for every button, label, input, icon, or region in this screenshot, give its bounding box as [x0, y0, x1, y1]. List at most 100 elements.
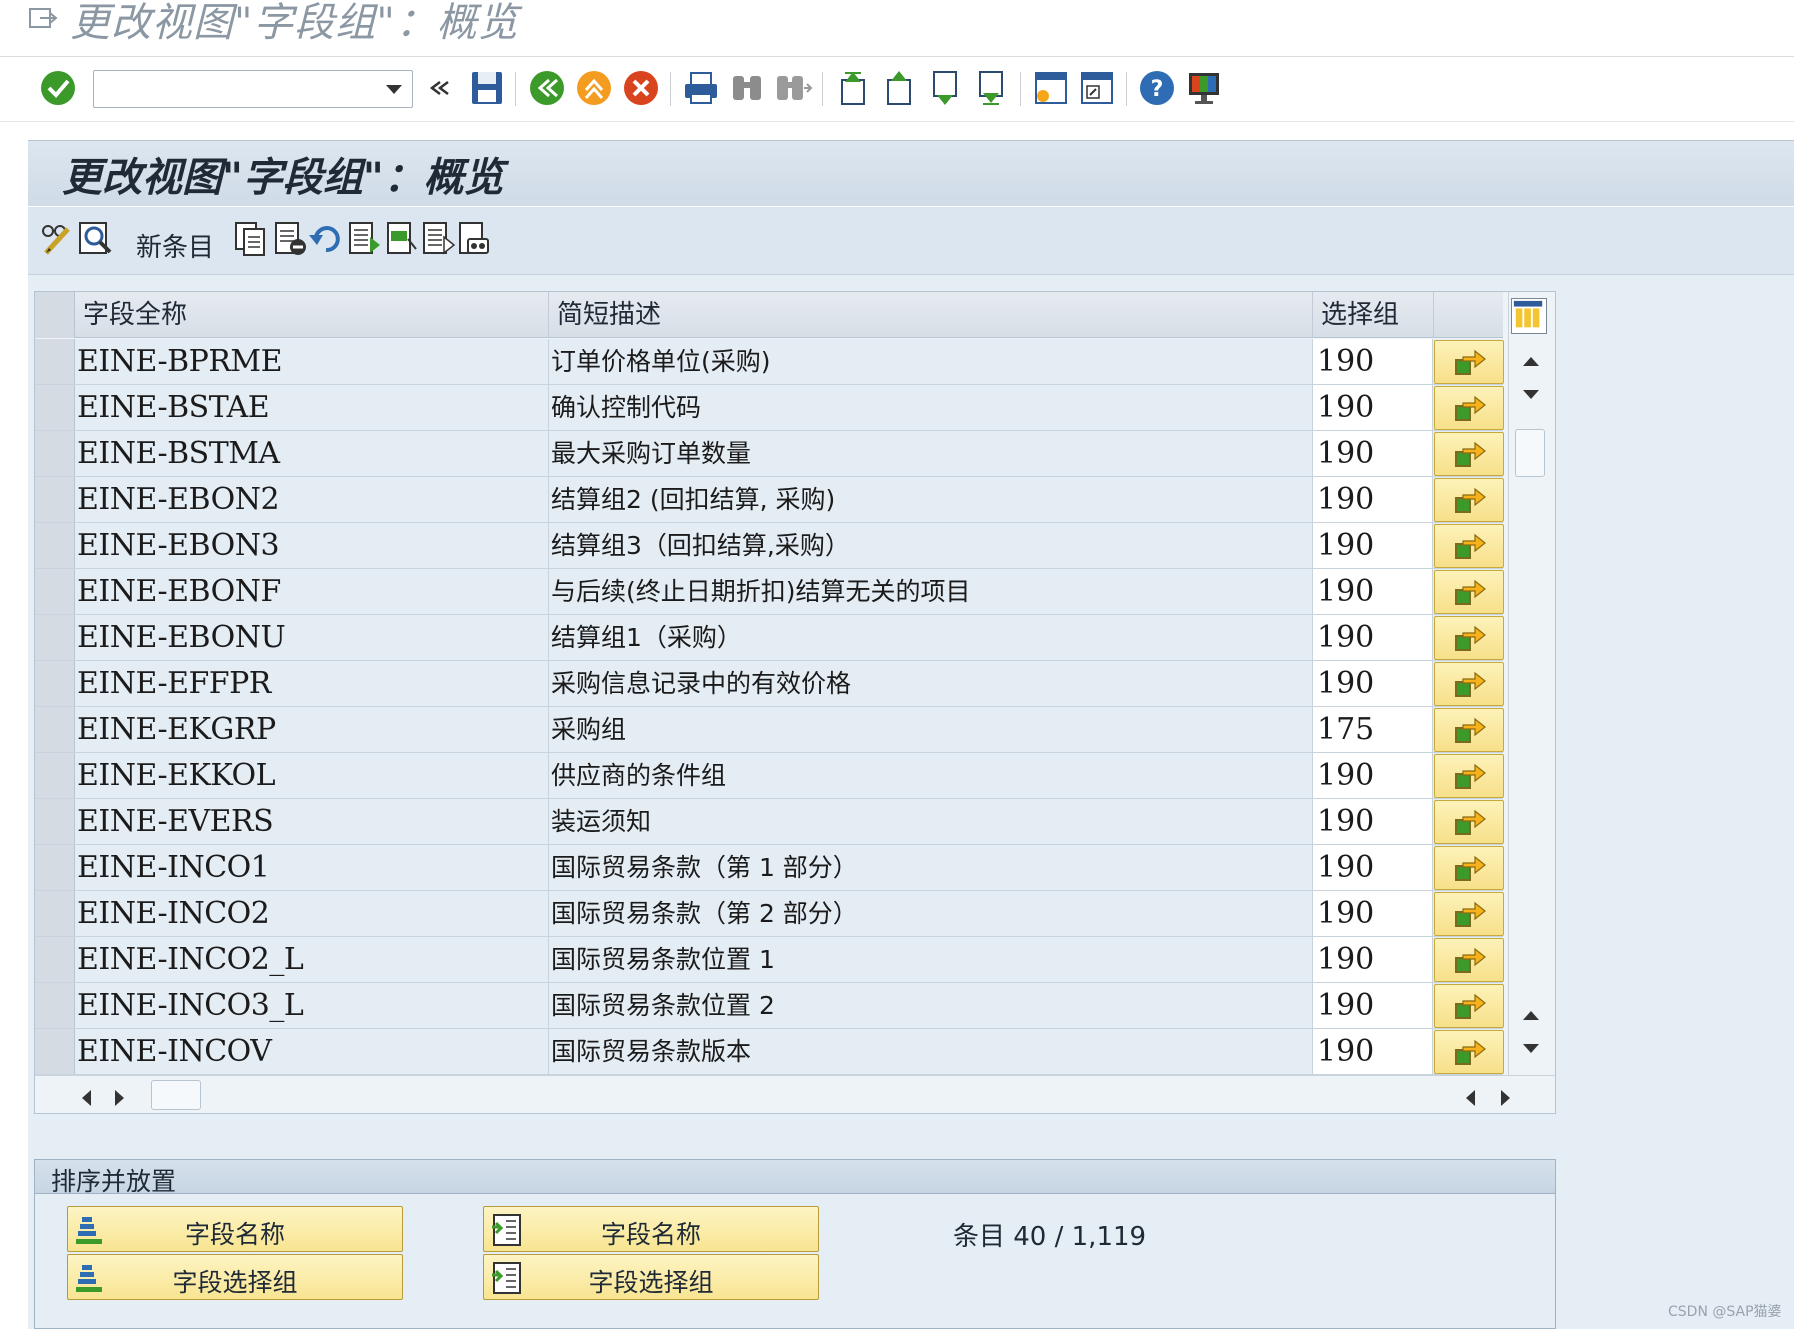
details-button[interactable] — [1434, 432, 1504, 476]
row-selector[interactable] — [35, 339, 75, 384]
position-by-selection-group-button[interactable]: 字段选择组 — [483, 1254, 819, 1300]
table-row[interactable]: EINE-EBONU 结算组1（采购） 190 — [35, 615, 1504, 661]
cell-selection-group-input[interactable]: 190 — [1313, 799, 1433, 844]
help-icon[interactable]: ? — [1137, 68, 1177, 108]
details-button[interactable] — [1434, 662, 1504, 706]
scroll-left-icon[interactable] — [79, 1088, 93, 1108]
details-button[interactable] — [1434, 938, 1504, 982]
copy-as-icon[interactable] — [230, 219, 270, 259]
details-button[interactable] — [1434, 524, 1504, 568]
cell-selection-group-input[interactable]: 190 — [1313, 661, 1433, 706]
previous-page-icon[interactable] — [879, 68, 919, 108]
back-icon[interactable] — [527, 68, 567, 108]
details-button[interactable] — [1434, 1030, 1504, 1074]
table-row[interactable]: EINE-EKGRP 采购组 175 — [35, 707, 1504, 753]
column-header-short-desc[interactable]: 简短描述 — [549, 292, 1313, 338]
table-row[interactable]: EINE-EVERS 装运须知 190 — [35, 799, 1504, 845]
print-view-icon[interactable] — [454, 219, 494, 259]
chevron-down-icon[interactable] — [386, 83, 402, 95]
print-icon[interactable] — [681, 68, 721, 108]
row-selector[interactable] — [35, 845, 75, 890]
table-row[interactable]: EINE-EBONF 与后续(终止日期折扣)结算无关的项目 190 — [35, 569, 1504, 615]
table-row[interactable]: EINE-EBON2 结算组2 (回扣结算, 采购) 190 — [35, 477, 1504, 523]
cell-selection-group-input[interactable]: 190 — [1313, 753, 1433, 798]
cell-selection-group-input[interactable]: 190 — [1313, 339, 1433, 384]
position-by-field-name-button[interactable]: 字段名称 — [483, 1206, 819, 1252]
command-input[interactable] — [98, 74, 368, 104]
column-header-field-name[interactable]: 字段全称 — [75, 292, 549, 338]
next-page-icon[interactable] — [925, 68, 965, 108]
deselect-all-icon[interactable] — [418, 219, 458, 259]
table-row[interactable]: EINE-INCO2_L 国际贸易条款位置 1 190 — [35, 937, 1504, 983]
details-button[interactable] — [1434, 754, 1504, 798]
column-header-selection-group[interactable]: 选择组 — [1313, 292, 1434, 338]
row-selector[interactable] — [35, 661, 75, 706]
row-selector[interactable] — [35, 385, 75, 430]
details-button[interactable] — [1434, 478, 1504, 522]
details-button[interactable] — [1434, 570, 1504, 614]
first-page-icon[interactable] — [833, 68, 873, 108]
scroll-page-up-icon[interactable] — [1521, 1008, 1541, 1022]
scroll-page-down-icon[interactable] — [1521, 1042, 1541, 1056]
scroll-right-end-icon[interactable] — [1499, 1088, 1513, 1108]
table-row[interactable]: EINE-BSTMA 最大采购订单数量 190 — [35, 431, 1504, 477]
row-selector[interactable] — [35, 753, 75, 798]
last-page-icon[interactable] — [971, 68, 1011, 108]
cell-selection-group-input[interactable]: 190 — [1313, 569, 1433, 614]
delete-icon[interactable] — [270, 219, 310, 259]
table-settings-icon[interactable] — [1511, 298, 1547, 334]
select-all-icon[interactable] — [344, 219, 384, 259]
table-row[interactable]: EINE-BPRME 订单价格单位(采购) 190 — [35, 339, 1504, 385]
cell-selection-group-input[interactable]: 190 — [1313, 891, 1433, 936]
scroll-up-icon[interactable] — [1521, 354, 1541, 368]
exit-icon[interactable] — [574, 68, 614, 108]
table-row[interactable]: EINE-INCO2 国际贸易条款（第 2 部分） 190 — [35, 891, 1504, 937]
create-session-icon[interactable] — [1031, 68, 1071, 108]
details-button[interactable] — [1434, 846, 1504, 890]
row-selector[interactable] — [35, 477, 75, 522]
collapse-command-icon[interactable] — [420, 68, 449, 108]
horizontal-scroll-thumb[interactable] — [151, 1080, 201, 1110]
row-selector[interactable] — [35, 523, 75, 568]
scroll-down-icon[interactable] — [1521, 388, 1541, 402]
vertical-scroll-thumb[interactable] — [1515, 429, 1545, 477]
row-selector[interactable] — [35, 937, 75, 982]
cell-selection-group-input[interactable]: 190 — [1313, 615, 1433, 660]
row-selector[interactable] — [35, 891, 75, 936]
display-change-icon[interactable] — [36, 219, 76, 259]
cell-selection-group-input[interactable]: 190 — [1313, 523, 1433, 568]
customize-layout-icon[interactable] — [1184, 68, 1224, 108]
row-selector[interactable] — [35, 569, 75, 614]
cell-selection-group-input[interactable]: 190 — [1313, 385, 1433, 430]
new-entries-button[interactable]: 新条目 — [136, 227, 214, 264]
search-icon[interactable] — [76, 219, 116, 259]
scroll-right-icon[interactable] — [113, 1088, 127, 1108]
undo-change-icon[interactable] — [306, 219, 346, 259]
sort-by-field-name-button[interactable]: 字段名称 — [67, 1206, 403, 1252]
details-button[interactable] — [1434, 984, 1504, 1028]
row-selector[interactable] — [35, 431, 75, 476]
table-row[interactable]: EINE-INCO3_L 国际贸易条款位置 2 190 — [35, 983, 1504, 1029]
row-selector[interactable] — [35, 1029, 75, 1074]
horizontal-scrollbar[interactable] — [35, 1075, 1555, 1113]
cancel-icon[interactable] — [621, 68, 661, 108]
table-row[interactable]: EINE-EFFPR 采购信息记录中的有效价格 190 — [35, 661, 1504, 707]
create-shortcut-icon[interactable] — [1077, 68, 1117, 108]
table-row[interactable]: EINE-INCO1 国际贸易条款（第 1 部分） 190 — [35, 845, 1504, 891]
table-row[interactable]: EINE-EKKOL 供应商的条件组 190 — [35, 753, 1504, 799]
vertical-scrollbar[interactable] — [1508, 292, 1554, 1075]
command-field[interactable] — [93, 70, 413, 108]
cell-selection-group-input[interactable]: 190 — [1313, 431, 1433, 476]
details-button[interactable] — [1434, 892, 1504, 936]
cell-selection-group-input[interactable]: 175 — [1313, 707, 1433, 752]
details-button[interactable] — [1434, 386, 1504, 430]
details-button[interactable] — [1434, 340, 1504, 384]
cell-selection-group-input[interactable]: 190 — [1313, 477, 1433, 522]
details-button[interactable] — [1434, 708, 1504, 752]
find-icon[interactable] — [727, 68, 767, 108]
cell-selection-group-input[interactable]: 190 — [1313, 845, 1433, 890]
table-row[interactable]: EINE-EBON3 结算组3（回扣结算,采购） 190 — [35, 523, 1504, 569]
row-selector[interactable] — [35, 799, 75, 844]
cell-selection-group-input[interactable]: 190 — [1313, 983, 1433, 1028]
sort-by-selection-group-button[interactable]: 字段选择组 — [67, 1254, 403, 1300]
